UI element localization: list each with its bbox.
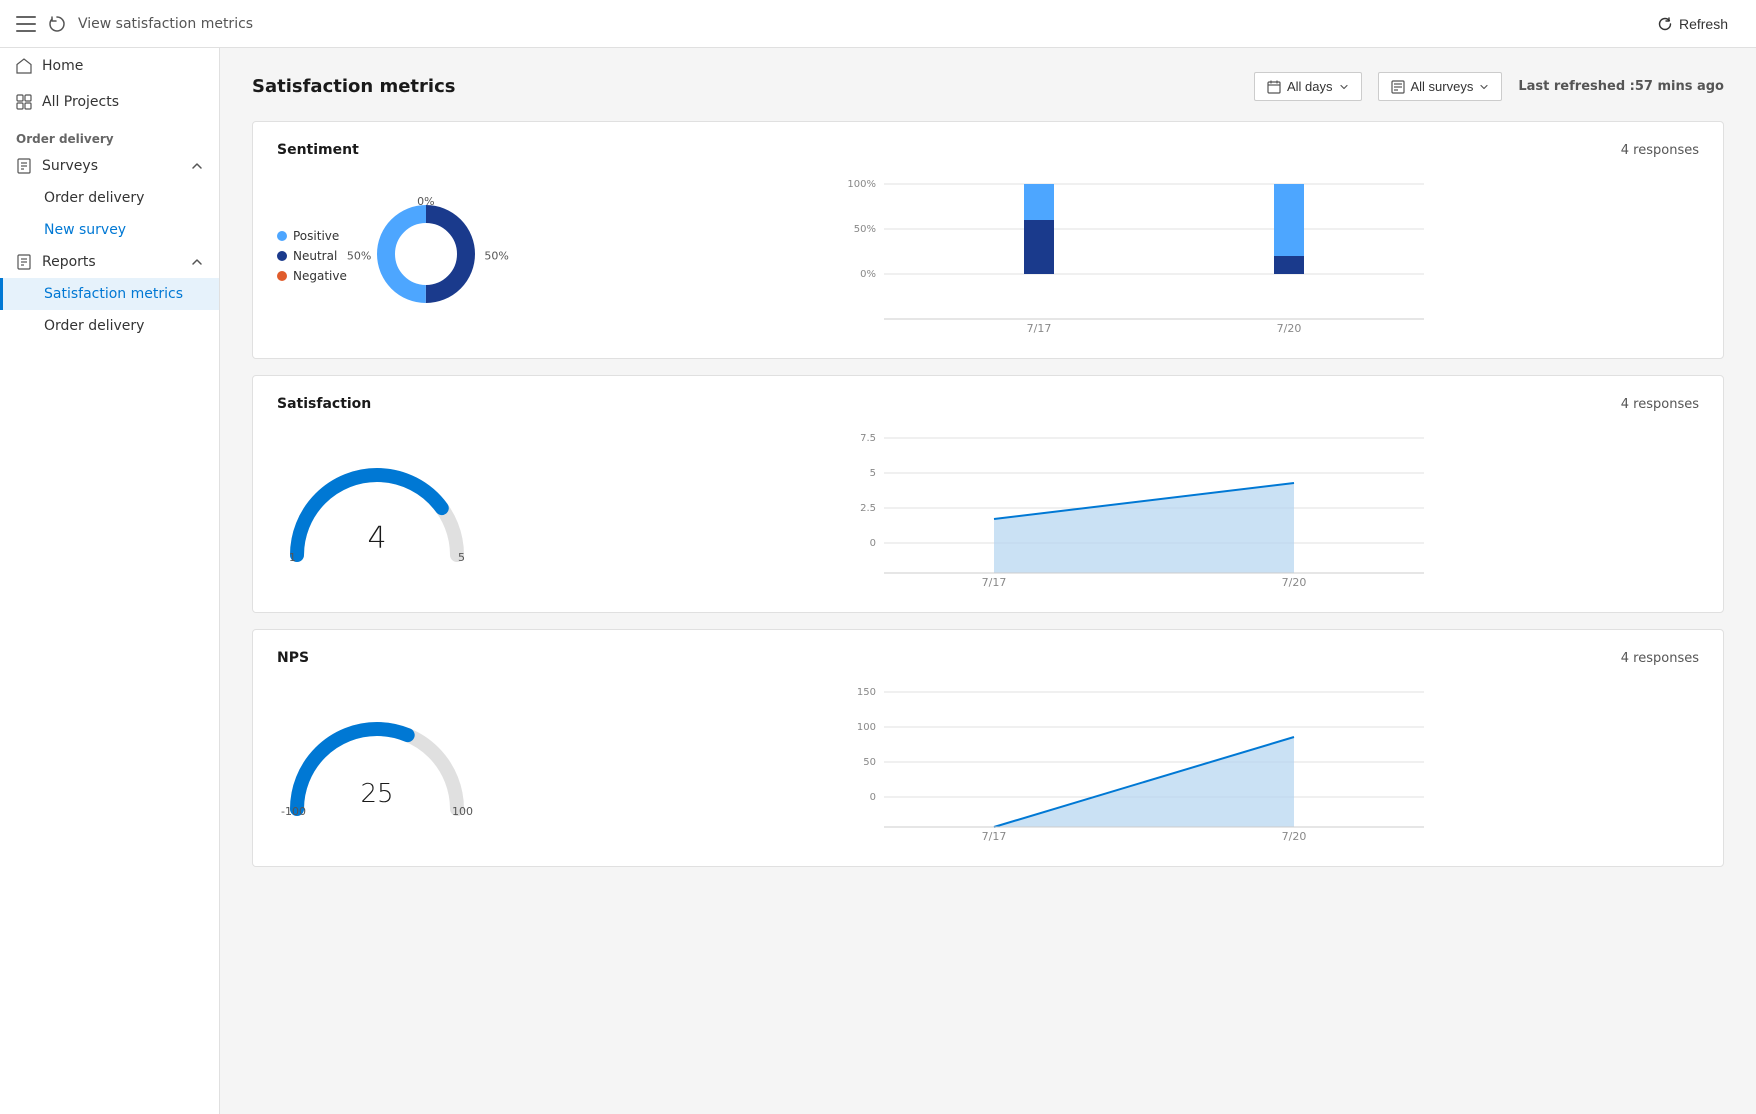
svg-text:100: 100 <box>857 722 876 733</box>
hamburger-menu-icon[interactable] <box>16 16 36 32</box>
sentiment-card: Sentiment 4 responses Positive Neutral <box>252 121 1724 359</box>
satisfaction-responses: 4 responses <box>1621 397 1699 412</box>
sentiment-title: Sentiment <box>277 142 359 158</box>
satisfaction-max-label: 5 <box>458 551 465 564</box>
refresh-button[interactable]: Refresh <box>1645 10 1740 38</box>
svg-text:7/17: 7/17 <box>982 576 1007 588</box>
page-controls: All days All surveys Last refreshed :57 … <box>1254 72 1724 101</box>
svg-text:7/20: 7/20 <box>1282 830 1307 842</box>
filter-surveys-button[interactable]: All surveys <box>1378 72 1503 101</box>
page-header: Satisfaction metrics All days All survey… <box>252 72 1724 101</box>
satisfaction-area-chart: 7.5 5 2.5 0 7/17 7/20 <box>589 428 1699 592</box>
sentiment-bar-chart: 100% 50% 0% 7/17 7/20 <box>589 174 1699 338</box>
filter-days-button[interactable]: All days <box>1254 72 1362 101</box>
svg-text:0: 0 <box>870 538 876 549</box>
projects-icon <box>16 94 32 110</box>
svg-text:7/17: 7/17 <box>1027 322 1052 334</box>
donut-0pct-label: 0% <box>417 195 434 208</box>
svg-text:50%: 50% <box>854 224 876 235</box>
nps-card: NPS 4 responses 25 -10 <box>252 629 1724 867</box>
nps-body: 25 -100 100 <box>277 682 1699 846</box>
sidebar-section-order-delivery: Order delivery <box>0 120 219 150</box>
nps-min-label: -100 <box>281 805 306 818</box>
nps-area-svg: 150 100 50 0 7/17 7/20 <box>589 682 1699 842</box>
top-bar: View satisfaction metrics Refresh <box>0 0 1756 48</box>
sentiment-card-header: Sentiment 4 responses <box>277 142 1699 158</box>
svg-text:5: 5 <box>870 468 876 479</box>
sidebar: Home All Projects Order delivery Surveys… <box>0 48 220 1114</box>
donut-50right-label: 50% <box>484 250 508 263</box>
svg-text:7/20: 7/20 <box>1277 322 1302 334</box>
main-content: Satisfaction metrics All days All survey… <box>220 48 1756 1114</box>
svg-text:7.5: 7.5 <box>860 433 876 444</box>
satisfaction-area-svg: 7.5 5 2.5 0 7/17 7/20 <box>589 428 1699 588</box>
reports-icon <box>16 254 32 270</box>
sentiment-bar-svg: 100% 50% 0% 7/17 7/20 <box>589 174 1699 334</box>
sidebar-item-home[interactable]: Home <box>0 48 219 84</box>
satisfaction-title: Satisfaction <box>277 396 371 412</box>
legend-neutral: Neutral <box>277 249 347 263</box>
home-icon <box>16 58 32 74</box>
topbar-icon <box>48 15 66 33</box>
sidebar-group-surveys[interactable]: Surveys <box>0 150 219 182</box>
svg-text:4: 4 <box>367 521 386 556</box>
svg-text:0%: 0% <box>860 269 876 280</box>
donut-50left-label: 50% <box>347 250 371 263</box>
sidebar-group-reports[interactable]: Reports <box>0 246 219 278</box>
donut-chart <box>371 199 481 309</box>
sentiment-body: Positive Neutral Negative 0% 50 <box>277 174 1699 338</box>
nps-area-chart: 150 100 50 0 7/17 7/20 <box>589 682 1699 846</box>
nps-gauge: 25 -100 100 <box>277 704 477 824</box>
sentiment-responses: 4 responses <box>1621 143 1699 158</box>
satisfaction-gauge-svg: 4 <box>277 450 477 570</box>
refresh-label: Refresh <box>1679 16 1728 32</box>
sidebar-item-order-delivery-report[interactable]: Order delivery <box>0 310 219 342</box>
nps-max-label: 100 <box>452 805 473 818</box>
svg-text:7/20: 7/20 <box>1282 576 1307 588</box>
sidebar-item-order-delivery-survey[interactable]: Order delivery <box>0 182 219 214</box>
sentiment-legend: Positive Neutral Negative <box>277 229 347 283</box>
neutral-dot <box>277 251 287 261</box>
positive-dot <box>277 231 287 241</box>
satisfaction-gauge-area: 4 1 5 <box>277 450 557 570</box>
satisfaction-card-header: Satisfaction 4 responses <box>277 396 1699 412</box>
chevron-up-icon <box>191 160 203 172</box>
svg-text:25: 25 <box>360 779 393 809</box>
nps-responses: 4 responses <box>1621 651 1699 666</box>
nps-gauge-area: 25 -100 100 <box>277 704 557 824</box>
refresh-icon <box>1657 16 1673 32</box>
nps-gauge-svg: 25 <box>277 704 477 824</box>
page-title: Satisfaction metrics <box>252 76 455 97</box>
svg-text:50: 50 <box>863 757 876 768</box>
legend-negative: Negative <box>277 269 347 283</box>
satisfaction-card: Satisfaction 4 responses 4 <box>252 375 1724 613</box>
nps-title: NPS <box>277 650 309 666</box>
chevron-down-days-icon <box>1339 82 1349 92</box>
breadcrumb: View satisfaction metrics <box>78 16 253 32</box>
chevron-down-surveys-icon <box>1479 82 1489 92</box>
svg-text:7/17: 7/17 <box>982 830 1007 842</box>
surveys-filter-icon <box>1391 80 1405 94</box>
svg-text:100%: 100% <box>847 179 876 190</box>
svg-text:150: 150 <box>857 687 876 698</box>
sentiment-donut-area: Positive Neutral Negative 0% 50 <box>277 199 557 313</box>
negative-dot <box>277 271 287 281</box>
satisfaction-gauge: 4 1 5 <box>277 450 477 570</box>
sidebar-item-new-survey[interactable]: New survey <box>0 214 219 246</box>
calendar-icon <box>1267 80 1281 94</box>
last-refreshed-label: Last refreshed :57 mins ago <box>1518 79 1724 94</box>
nps-card-header: NPS 4 responses <box>277 650 1699 666</box>
sidebar-item-all-projects[interactable]: All Projects <box>0 84 219 120</box>
chevron-up-reports-icon <box>191 256 203 268</box>
satisfaction-min-label: 1 <box>289 551 296 564</box>
sidebar-item-satisfaction-metrics[interactable]: Satisfaction metrics <box>0 278 219 310</box>
svg-text:2.5: 2.5 <box>860 503 876 514</box>
svg-text:0: 0 <box>870 792 876 803</box>
surveys-icon <box>16 158 32 174</box>
legend-positive: Positive <box>277 229 347 243</box>
satisfaction-body: 4 1 5 7.5 <box>277 428 1699 592</box>
